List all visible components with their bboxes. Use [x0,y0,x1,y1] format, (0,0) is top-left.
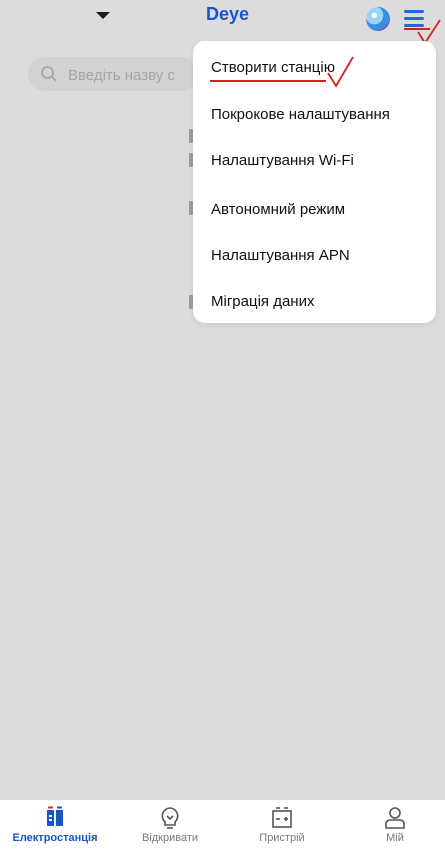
annotation-checkmark-icon [327,56,354,88]
tab-label: Мій [386,832,404,844]
annotation-underline [210,80,326,82]
power-station-icon [47,806,63,826]
app-logo: Deye [206,4,250,24]
tab-my[interactable]: Мій [355,800,435,854]
tab-discover[interactable]: Відкривати [130,800,210,854]
menu-item-offline-mode[interactable]: Автономний режим [211,201,345,218]
menu-item-apn-setup[interactable]: Налаштування APN [211,247,350,264]
search-bar[interactable] [28,57,198,91]
tab-label: Електростанція [12,832,98,844]
person-icon [385,807,405,829]
dropdown-menu: Створити станцію Покрокове налаштування … [193,41,436,323]
tab-label: Пристрій [259,832,305,844]
menu-item-data-migration[interactable]: Міграція даних [211,293,314,310]
battery-device-icon [272,807,292,828]
menu-item-wifi-setup[interactable]: Налаштування Wi-Fi [211,152,354,169]
avatar[interactable] [366,7,390,31]
menu-item-create-station[interactable]: Створити станцію [211,59,335,76]
lightbulb-icon [161,807,179,829]
top-bar: Deye [0,0,445,45]
tab-device[interactable]: Пристрій [242,800,322,854]
menu-item-step-setup[interactable]: Покрокове налаштування [211,106,390,123]
bottom-tab-bar: Електростанція Відкривати Пристрій Мій [0,800,445,854]
tab-power-station[interactable]: Електростанція [0,800,110,854]
search-icon [41,66,57,82]
tab-label: Відкривати [141,832,199,844]
caret-down-icon[interactable] [96,12,110,19]
search-input[interactable] [66,57,198,91]
